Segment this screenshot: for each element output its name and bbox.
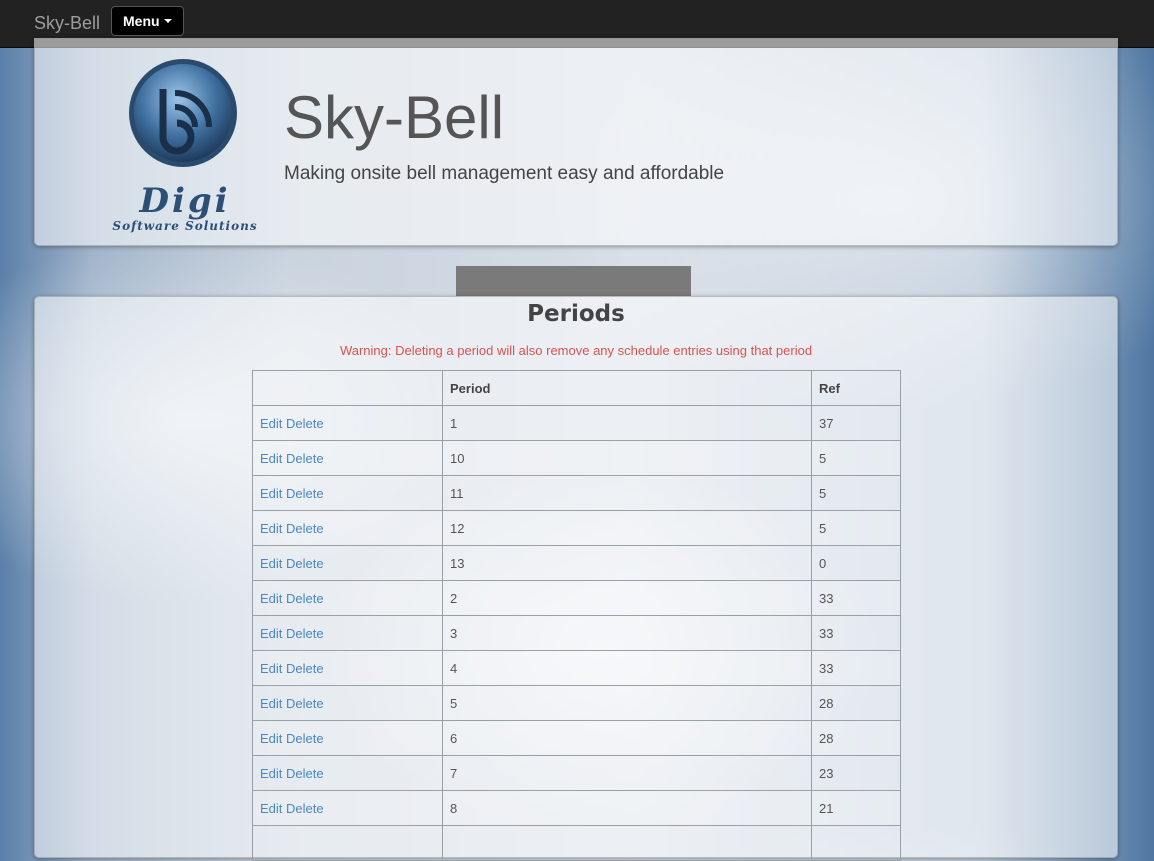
ref-cell: 5 [811,440,901,476]
delete-link[interactable]: Delete [286,661,324,676]
table-row: Edit Delete 1 37 [252,405,901,441]
edit-link[interactable]: Edit [260,451,282,466]
ref-cell: 37 [811,405,901,441]
navbar-brand[interactable]: Sky-Bell [34,13,100,34]
table-row: Edit Delete 6 28 [252,720,901,756]
row-actions: Edit Delete [252,510,443,546]
logo-subtitle: Software Solutions [112,219,258,233]
row-actions: Edit Delete [252,440,443,476]
delete-link[interactable]: Delete [286,451,324,466]
caret-down-icon [163,19,172,23]
periods-panel: Periods Warning: Deleting a period will … [34,296,1118,861]
row-actions: Edit Delete [252,685,443,721]
period-cell: 8 [442,790,812,826]
row-actions: Edit Delete [252,580,443,616]
ref-cell: 5 [811,510,901,546]
delete-link[interactable]: Delete [286,416,324,431]
table-row [252,825,901,861]
ref-cell: 33 [811,580,901,616]
ref-cell: 28 [811,720,901,756]
row-actions: Edit Delete [252,405,443,441]
edit-link[interactable]: Edit [260,416,282,431]
ref-cell: 28 [811,685,901,721]
row-actions: Edit Delete [252,720,443,756]
edit-link[interactable]: Edit [260,556,282,571]
period-cell: 3 [442,615,812,651]
delete-link[interactable]: Delete [286,626,324,641]
row-actions: Edit Delete [252,790,443,826]
delete-link[interactable]: Delete [286,731,324,746]
period-cell [442,825,812,861]
bell-signal-icon [129,59,237,167]
edit-link[interactable]: Edit [260,661,282,676]
ref-cell: 33 [811,650,901,686]
edit-link[interactable]: Edit [260,626,282,641]
edit-link[interactable]: Edit [260,591,282,606]
row-actions: Edit Delete [252,650,443,686]
ref-cell: 21 [811,790,901,826]
ref-cell: 5 [811,475,901,511]
period-cell: 11 [442,475,812,511]
page-title: Periods [527,301,625,327]
warning-message: Warning: Deleting a period will also rem… [339,343,813,358]
period-cell: 12 [442,510,812,546]
logo-name: Digi [139,181,231,221]
row-actions [252,825,443,861]
ref-cell: 0 [811,545,901,581]
header-panel: Digi Software Solutions Sky-Bell Making … [34,38,1118,246]
table-row: Edit Delete 11 5 [252,475,901,511]
menu-button-label: Menu [123,13,160,29]
column-header-ref[interactable]: Ref [811,370,901,406]
period-cell: 13 [442,545,812,581]
table-header-row: Period Ref [252,370,901,406]
edit-link[interactable]: Edit [260,486,282,501]
table-row: Edit Delete 10 5 [252,440,901,476]
column-header-period[interactable]: Period [442,370,812,406]
period-cell: 2 [442,580,812,616]
period-cell: 1 [442,405,812,441]
delete-link[interactable]: Delete [286,766,324,781]
digi-logo: Digi Software Solutions [105,59,265,233]
site-title: Sky-Bell [284,84,505,151]
row-actions: Edit Delete [252,545,443,581]
ref-cell: 33 [811,615,901,651]
ref-cell: 23 [811,755,901,791]
row-actions: Edit Delete [252,475,443,511]
table-row: Edit Delete 2 33 [252,580,901,616]
edit-link[interactable]: Edit [260,521,282,536]
table-row: Edit Delete 8 21 [252,790,901,826]
table-row: Edit Delete 13 0 [252,545,901,581]
table-row: Edit Delete 12 5 [252,510,901,546]
period-cell: 6 [442,720,812,756]
row-actions: Edit Delete [252,615,443,651]
delete-link[interactable]: Delete [286,696,324,711]
period-cell: 5 [442,685,812,721]
site-tagline: Making onsite bell management easy and a… [284,163,725,184]
table-row: Edit Delete 7 23 [252,755,901,791]
delete-link[interactable]: Delete [286,591,324,606]
row-actions: Edit Delete [252,755,443,791]
edit-link[interactable]: Edit [260,766,282,781]
table-row: Edit Delete 3 33 [252,615,901,651]
edit-link[interactable]: Edit [260,696,282,711]
period-cell: 4 [442,650,812,686]
ref-cell [811,825,901,861]
column-header-actions [252,370,443,406]
delete-link[interactable]: Delete [286,556,324,571]
periods-table: Period Ref Edit Delete 1 37 Edit Delete 10 5 E… [252,370,901,861]
delete-link[interactable]: Delete [286,801,324,816]
menu-button[interactable]: Menu [111,6,184,36]
edit-link[interactable]: Edit [260,801,282,816]
delete-link[interactable]: Delete [286,521,324,536]
table-row: Edit Delete 5 28 [252,685,901,721]
edit-link[interactable]: Edit [260,731,282,746]
table-row: Edit Delete 4 33 [252,650,901,686]
delete-link[interactable]: Delete [286,486,324,501]
period-cell: 10 [442,440,812,476]
section-tab [456,266,691,296]
period-cell: 7 [442,755,812,791]
